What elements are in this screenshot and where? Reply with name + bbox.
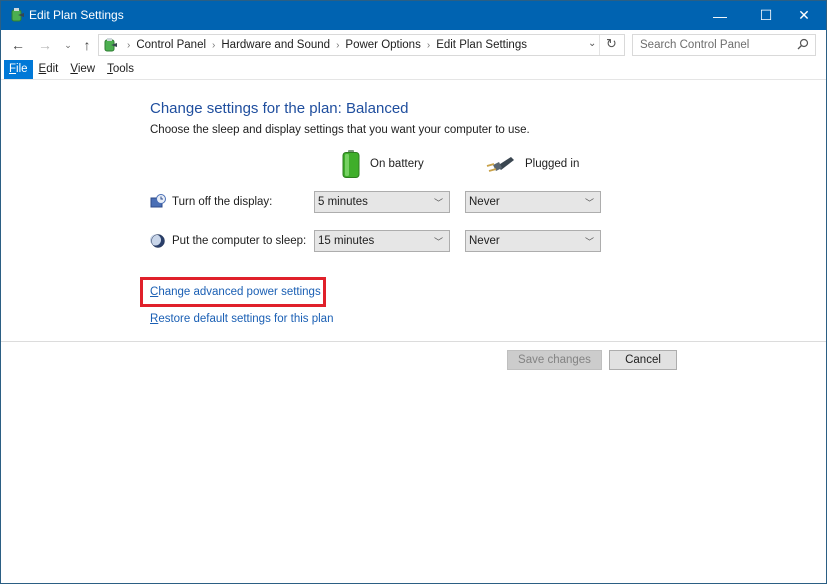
chevron-down-icon: ﹀: [584, 198, 594, 208]
page-subtitle: Choose the sleep and display settings th…: [150, 124, 530, 136]
sleep-battery-value: 15 minutes: [318, 235, 375, 247]
column-header-battery: On battery: [342, 149, 424, 179]
refresh-icon[interactable]: ↻: [606, 36, 617, 52]
restore-default-settings-link[interactable]: Restore default settings for this plan: [150, 313, 333, 325]
display-plugged-value: Never: [469, 196, 500, 208]
menu-view-accel: V: [70, 63, 78, 75]
breadcrumb-separator-icon: ›: [426, 39, 431, 51]
content-area: Change settings for the plan: Balanced C…: [1, 81, 826, 583]
display-battery-select[interactable]: 5 minutes ﹀: [314, 191, 450, 213]
row-turn-off-display: Turn off the display:: [150, 191, 272, 213]
sleep-battery-select[interactable]: 15 minutes ﹀: [314, 230, 450, 252]
sleep-plugged-value: Never: [469, 235, 500, 247]
search-input[interactable]: [634, 36, 794, 54]
chevron-down-icon: ﹀: [433, 237, 443, 247]
up-button[interactable]: ↑: [78, 36, 96, 54]
menu-edit-label: dit: [46, 63, 59, 75]
breadcrumb-separator-icon: ›: [127, 39, 131, 51]
recent-locations-button[interactable]: ⌄: [59, 36, 77, 54]
back-button[interactable]: ←: [9, 36, 27, 54]
menu-view[interactable]: View: [64, 60, 101, 79]
control-panel-icon: [104, 38, 117, 52]
chevron-down-icon: ﹀: [584, 237, 594, 247]
page-title: Change settings for the plan: Balanced: [150, 100, 409, 117]
power-options-icon: [11, 8, 24, 22]
address-bar-row: ← → ⌄ ↑ › Control Panel › Hardware and S…: [1, 30, 826, 60]
address-dropdown-icon[interactable]: ⌄: [588, 38, 596, 49]
window-title: Edit Plan Settings: [29, 8, 124, 22]
column-header-plugged: Plugged in: [485, 149, 579, 179]
cancel-button[interactable]: Cancel: [609, 350, 677, 370]
sleep-moon-icon: [150, 234, 165, 248]
restore-link-text: estore default settings for this plan: [158, 313, 334, 325]
column-label-plugged: Plugged in: [525, 158, 580, 170]
breadcrumb-control-panel[interactable]: Control Panel: [136, 39, 206, 51]
menu-tools[interactable]: Tools: [101, 60, 140, 79]
address-divider: [599, 35, 600, 55]
display-label: Turn off the display:: [172, 196, 273, 208]
menu-bar: File Edit View Tools: [1, 60, 826, 80]
row-sleep: Put the computer to sleep:: [150, 230, 306, 252]
menu-file-label: ile: [16, 63, 28, 75]
menu-file[interactable]: File: [4, 60, 33, 79]
breadcrumb-power-options[interactable]: Power Options: [345, 39, 420, 51]
sleep-label: Put the computer to sleep:: [172, 235, 307, 247]
breadcrumb-edit-plan-settings[interactable]: Edit Plan Settings: [436, 39, 527, 51]
battery-icon: [342, 150, 360, 178]
breadcrumb-separator-icon: ›: [212, 39, 216, 51]
breadcrumb-separator-icon: ›: [336, 39, 340, 51]
menu-edit[interactable]: Edit: [33, 60, 65, 79]
forward-button[interactable]: →: [36, 36, 54, 54]
menu-file-accel: F: [9, 63, 17, 75]
chevron-down-icon: ﹀: [433, 198, 443, 208]
search-box[interactable]: [632, 34, 816, 56]
display-plugged-select[interactable]: Never ﹀: [465, 191, 601, 213]
change-advanced-power-settings-link[interactable]: Change advanced power settings: [150, 286, 321, 298]
close-button[interactable]: ✕: [781, 1, 827, 30]
footer-divider: [1, 341, 826, 342]
breadcrumb-hardware-and-sound[interactable]: Hardware and Sound: [221, 39, 330, 51]
breadcrumb: › Control Panel › Hardware and Sound › P…: [121, 39, 527, 51]
menu-view-label: iew: [77, 63, 96, 75]
column-label-battery: On battery: [370, 158, 424, 170]
title-bar[interactable]: Edit Plan Settings — ☐ ✕: [1, 1, 826, 30]
plug-icon: [486, 157, 514, 172]
search-icon[interactable]: [797, 38, 809, 50]
address-box[interactable]: › Control Panel › Hardware and Sound › P…: [98, 34, 625, 56]
save-changes-button[interactable]: Save changes: [507, 350, 602, 370]
display-battery-value: 5 minutes: [318, 196, 368, 208]
display-clock-icon: [150, 194, 166, 208]
menu-tools-label: ools: [112, 63, 134, 75]
advanced-link-text: hange advanced power settings: [158, 286, 321, 298]
minimize-button[interactable]: —: [697, 1, 743, 30]
sleep-plugged-select[interactable]: Never ﹀: [465, 230, 601, 252]
window: Edit Plan Settings — ☐ ✕ ← → ⌄ ↑ › Contr…: [0, 0, 827, 584]
